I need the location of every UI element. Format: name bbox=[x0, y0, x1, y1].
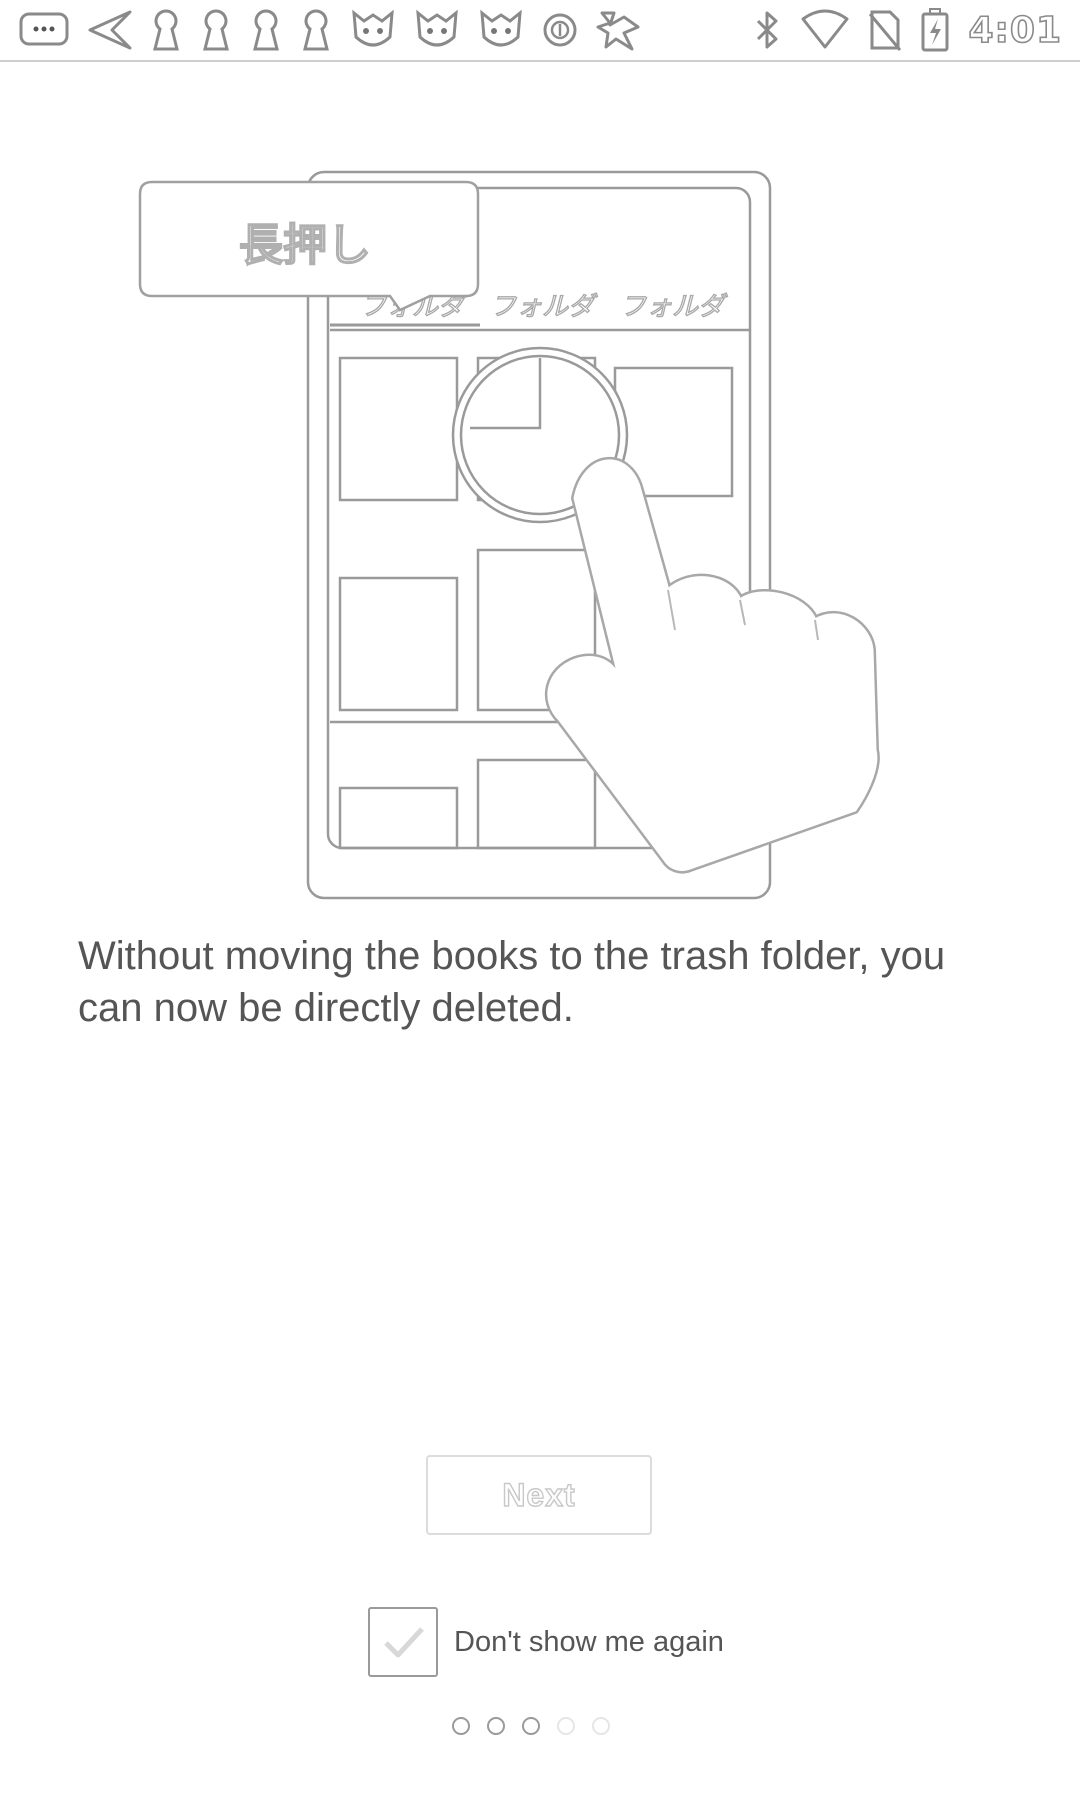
circle-badge-icon bbox=[543, 13, 577, 47]
wifi-icon bbox=[801, 9, 849, 49]
page-dot bbox=[487, 1717, 505, 1735]
tab-label-2: フォルダ bbox=[490, 292, 598, 322]
dont-show-again-label: Don't show me again bbox=[454, 1625, 724, 1658]
notification-icons bbox=[18, 0, 644, 60]
checkmark-icon bbox=[384, 1627, 424, 1658]
book-thumb bbox=[338, 356, 459, 502]
book-thumb bbox=[338, 576, 459, 712]
bluetooth-icon bbox=[757, 11, 778, 49]
system-icons: 4:01 bbox=[752, 0, 1062, 60]
page-dot bbox=[592, 1717, 610, 1735]
tooltip-label: 長押し bbox=[239, 220, 371, 271]
page-dot bbox=[452, 1717, 470, 1735]
long-press-tooltip: 長押し bbox=[138, 180, 480, 312]
keyhole-icon bbox=[153, 9, 179, 51]
pointing-hand-icon bbox=[544, 457, 880, 874]
cat-face-icon bbox=[416, 9, 458, 47]
keyhole-icon bbox=[303, 9, 329, 51]
cat-face-icon bbox=[480, 9, 522, 47]
page-indicator bbox=[452, 1717, 610, 1735]
status-clock: 4:01 bbox=[968, 9, 1062, 52]
dont-show-again-checkbox[interactable] bbox=[368, 1607, 438, 1677]
status-bar: 4:01 bbox=[0, 0, 1080, 62]
book-thumb bbox=[476, 758, 597, 850]
page-dot bbox=[557, 1717, 575, 1735]
keyhole-icon bbox=[253, 9, 279, 51]
chat-bubble-icon bbox=[19, 12, 69, 46]
battery-charging-icon bbox=[921, 8, 949, 52]
dont-show-again-row[interactable]: Don't show me again bbox=[368, 1605, 724, 1679]
page-dot-current bbox=[522, 1717, 540, 1735]
back-arrow-icon bbox=[88, 10, 132, 50]
tab-label-3: フォルダ bbox=[620, 292, 728, 322]
app-notification-icon bbox=[596, 11, 640, 51]
next-button[interactable]: Next bbox=[426, 1455, 652, 1535]
tutorial-illustration: フォルダ フォルダ フォルダ 長押し bbox=[138, 170, 880, 900]
keyhole-icon bbox=[203, 9, 229, 51]
tutorial-message: Without moving the books to the trash fo… bbox=[78, 934, 946, 1030]
book-thumb bbox=[338, 786, 459, 850]
no-sim-icon bbox=[869, 10, 902, 51]
cat-face-icon bbox=[352, 9, 394, 47]
